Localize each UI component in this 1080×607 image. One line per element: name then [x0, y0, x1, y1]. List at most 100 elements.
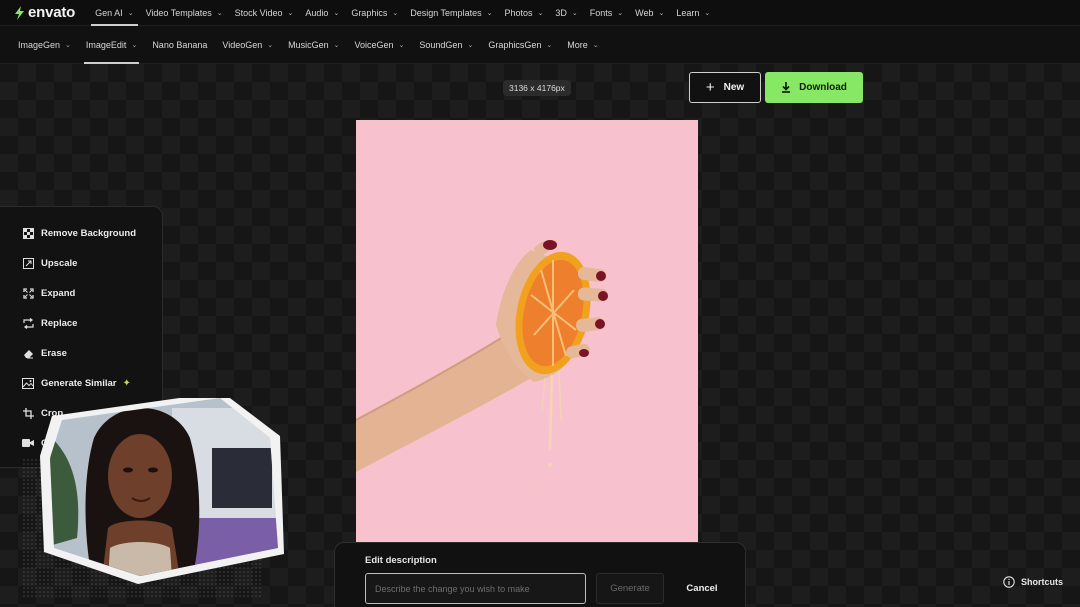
- subnav-label: MusicGen: [288, 39, 329, 50]
- chevron-down-icon: ⌄: [617, 9, 624, 17]
- eraser-icon: [22, 347, 34, 359]
- sub-navigation: ImageGen ⌄ ImageEdit ⌄ Nano Banana VideoGe…: [0, 26, 1080, 64]
- tool-remove-background[interactable]: Remove Background: [22, 226, 136, 240]
- subnav-label: ImageGen: [18, 39, 61, 50]
- presenter-webcam-photo: [22, 392, 284, 598]
- download-button[interactable]: Download: [765, 72, 863, 103]
- new-label: New: [723, 82, 745, 93]
- image-dimensions-badge: 3136 x 4176px: [503, 80, 571, 96]
- download-icon: [782, 82, 791, 93]
- tool-replace[interactable]: Replace: [22, 316, 77, 330]
- cancel-button[interactable]: Cancel: [676, 573, 728, 604]
- subnav-soundgen[interactable]: SoundGen ⌄: [419, 26, 473, 64]
- subnav-voicegen[interactable]: VoiceGen ⌄: [355, 26, 405, 64]
- topnav-learn[interactable]: Learn ⌄: [676, 0, 710, 26]
- chevron-down-icon: ⌄: [571, 9, 578, 17]
- chevron-down-icon: ⌄: [127, 9, 134, 17]
- tool-label: Replace: [41, 317, 78, 329]
- subnav-label: Nano Banana: [152, 39, 208, 50]
- replace-icon: [22, 317, 34, 329]
- topnav-fonts[interactable]: Fonts ⌄: [590, 0, 623, 26]
- chevron-down-icon: ⌄: [333, 41, 340, 49]
- edit-description-panel: Edit description Generate Cancel: [334, 542, 746, 607]
- topnav-3d[interactable]: 3D ⌄: [555, 0, 577, 26]
- chevron-down-icon: ⌄: [398, 41, 405, 49]
- topnav-label: 3D: [555, 7, 567, 18]
- chevron-down-icon: ⌄: [486, 9, 493, 17]
- tool-label: Generate Similar: [41, 377, 117, 389]
- topnav-label: Gen AI: [95, 7, 123, 18]
- chevron-down-icon: ⌄: [537, 9, 544, 17]
- chevron-down-icon: ⌄: [392, 9, 399, 17]
- topnav-label: Stock Video: [234, 7, 283, 18]
- tool-expand[interactable]: Expand: [22, 286, 75, 300]
- upscale-icon: [22, 257, 34, 269]
- brand-name: envato: [28, 4, 76, 21]
- tool-label: Expand: [41, 287, 76, 299]
- info-icon: [1003, 576, 1015, 588]
- topnav-video-templates[interactable]: Video Templates ⌄: [146, 0, 223, 26]
- new-button[interactable]: + New: [689, 72, 761, 103]
- subnav-graphicsgen[interactable]: GraphicsGen ⌄: [488, 26, 552, 64]
- chevron-down-icon: ⌄: [546, 41, 553, 49]
- topnav-label: Fonts: [589, 7, 613, 18]
- subnav-label: More: [567, 39, 588, 50]
- chevron-down-icon: ⌄: [267, 41, 274, 49]
- chevron-down-icon: ⌄: [333, 9, 340, 17]
- subnav-imageedit[interactable]: ImageEdit ⌄: [83, 26, 140, 64]
- grapefruit-hand-photo: [356, 120, 698, 542]
- topnav-label: Audio: [305, 7, 329, 18]
- tool-label: Remove Background: [41, 227, 137, 239]
- subnav-label: VideoGen: [222, 39, 263, 50]
- topnav-graphics[interactable]: Graphics ⌄: [351, 0, 398, 26]
- checker-icon: [22, 227, 34, 239]
- sparkle-icon: ✦: [122, 377, 131, 389]
- topnav-label: Video Templates: [145, 7, 212, 18]
- subnav-label: VoiceGen: [354, 39, 394, 50]
- subnav-videogen[interactable]: VideoGen ⌄: [222, 26, 273, 64]
- chevron-down-icon: ⌄: [658, 9, 665, 17]
- subnav-musicgen[interactable]: MusicGen ⌄: [288, 26, 339, 64]
- generate-button[interactable]: Generate: [596, 573, 664, 604]
- edited-image[interactable]: [356, 120, 698, 542]
- edit-description-input[interactable]: [365, 573, 586, 604]
- topnav-label: Web: [635, 7, 654, 18]
- shortcuts-label: Shortcuts: [1021, 577, 1064, 587]
- envato-leaf-icon: [15, 5, 24, 20]
- topnav-gen-ai[interactable]: Gen AI ⌄: [91, 0, 139, 26]
- webcam-overlay: [22, 392, 284, 598]
- tool-generate-similar[interactable]: Generate Similar ✦: [22, 376, 131, 390]
- plus-icon: +: [705, 79, 715, 96]
- topnav-web[interactable]: Web ⌄: [635, 0, 664, 26]
- envato-logo[interactable]: envato: [14, 4, 75, 21]
- topnav-label: Graphics: [351, 7, 388, 18]
- tool-erase[interactable]: Erase: [22, 346, 67, 360]
- topnav-label: Design Templates: [410, 7, 482, 18]
- subnav-label: SoundGen: [419, 39, 463, 50]
- topnav-label: Learn: [676, 7, 700, 18]
- subnav-imagegen[interactable]: ImageGen ⌄: [18, 26, 71, 64]
- edit-description-title: Edit description: [365, 555, 437, 566]
- topnav-stock-video[interactable]: Stock Video ⌄: [235, 0, 294, 26]
- subnav-nano-banana[interactable]: Nano Banana: [152, 26, 207, 64]
- topnav-label: Photos: [504, 7, 533, 18]
- chevron-down-icon: ⌄: [704, 9, 711, 17]
- download-label: Download: [799, 82, 847, 93]
- tool-label: Erase: [41, 347, 67, 359]
- shortcuts-button[interactable]: Shortcuts: [1003, 575, 1063, 589]
- subnav-more[interactable]: More ⌄: [567, 26, 598, 64]
- chevron-down-icon: ⌄: [467, 41, 474, 49]
- tool-upscale[interactable]: Upscale: [22, 256, 77, 270]
- topnav-photos[interactable]: Photos ⌄: [504, 0, 543, 26]
- subnav-label: GraphicsGen: [488, 39, 542, 50]
- top-navigation: envato Gen AI ⌄ Video Templates ⌄ Stock Vi…: [0, 0, 1080, 26]
- chevron-down-icon: ⌄: [216, 9, 223, 17]
- expand-icon: [22, 287, 34, 299]
- chevron-down-icon: ⌄: [592, 41, 599, 49]
- gallery-icon: [22, 377, 34, 389]
- chevron-down-icon: ⌄: [131, 41, 138, 49]
- topnav-design-templates[interactable]: Design Templates ⌄: [410, 0, 492, 26]
- topnav-audio[interactable]: Audio ⌄: [305, 0, 339, 26]
- chevron-down-icon: ⌄: [65, 41, 71, 49]
- tool-label: Upscale: [41, 257, 78, 269]
